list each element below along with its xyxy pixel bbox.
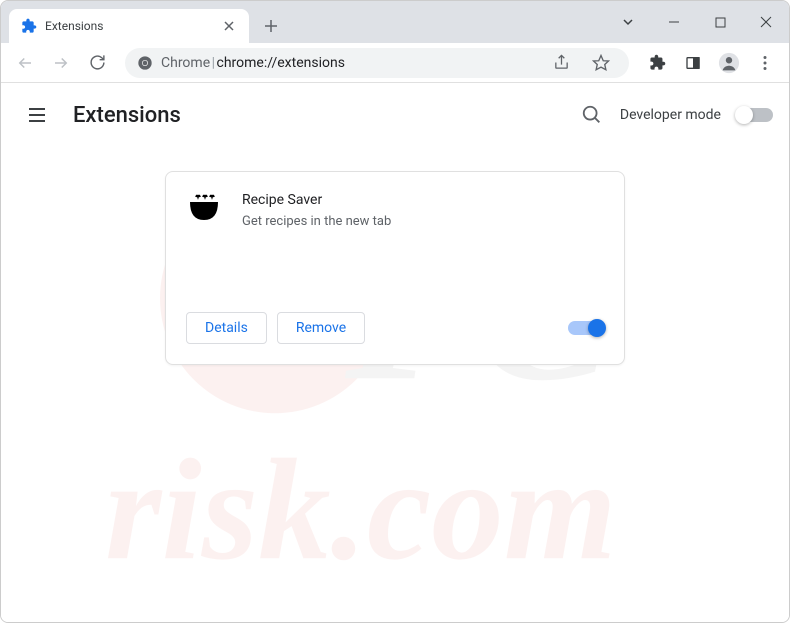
tab-title: Extensions bbox=[45, 19, 213, 33]
extension-enable-toggle[interactable] bbox=[568, 321, 604, 335]
close-window-button[interactable] bbox=[743, 6, 789, 38]
details-button[interactable]: Details bbox=[186, 312, 267, 344]
extensions-header: Extensions Developer mode bbox=[1, 83, 789, 147]
page-content: risk.com PC Extensions Developer mode bbox=[1, 83, 789, 622]
close-icon[interactable] bbox=[221, 18, 237, 34]
hamburger-menu-icon[interactable] bbox=[17, 95, 57, 135]
back-button[interactable] bbox=[9, 47, 41, 79]
page-title: Extensions bbox=[73, 103, 181, 128]
extension-name: Recipe Saver bbox=[242, 192, 604, 208]
extensions-icon[interactable] bbox=[641, 47, 673, 79]
remove-button[interactable]: Remove bbox=[277, 312, 365, 344]
star-icon[interactable] bbox=[585, 47, 617, 79]
extension-description: Get recipes in the new tab bbox=[242, 214, 604, 229]
menu-icon[interactable] bbox=[749, 47, 781, 79]
forward-button[interactable] bbox=[45, 47, 77, 79]
toggle-knob bbox=[588, 319, 606, 337]
url-text: Chrome | chrome://extensions bbox=[161, 55, 537, 71]
toggle-knob bbox=[735, 106, 753, 124]
minimize-button[interactable] bbox=[651, 6, 697, 38]
browser-window: Extensions bbox=[0, 0, 790, 623]
bowl-icon bbox=[186, 192, 222, 228]
developer-mode-label: Developer mode bbox=[620, 107, 721, 123]
developer-mode-toggle[interactable] bbox=[737, 108, 773, 122]
profile-icon[interactable] bbox=[713, 47, 745, 79]
extension-card: Recipe Saver Get recipes in the new tab … bbox=[165, 171, 625, 365]
extensions-list: Recipe Saver Get recipes in the new tab … bbox=[1, 147, 789, 389]
puzzle-piece-icon bbox=[21, 18, 37, 34]
search-icon[interactable] bbox=[580, 103, 604, 127]
maximize-button[interactable] bbox=[697, 6, 743, 38]
side-panel-icon[interactable] bbox=[677, 47, 709, 79]
address-bar[interactable]: Chrome | chrome://extensions bbox=[125, 48, 629, 78]
share-icon[interactable] bbox=[545, 47, 577, 79]
svg-text:risk.com: risk.com bbox=[105, 430, 617, 588]
new-tab-button[interactable] bbox=[257, 12, 285, 40]
titlebar: Extensions bbox=[1, 1, 789, 43]
chrome-icon bbox=[137, 55, 153, 71]
window-controls bbox=[605, 1, 789, 43]
chevron-down-icon[interactable] bbox=[605, 6, 651, 38]
toolbar: Chrome | chrome://extensions bbox=[1, 43, 789, 83]
reload-button[interactable] bbox=[81, 47, 113, 79]
browser-tab[interactable]: Extensions bbox=[9, 9, 249, 43]
header-right: Developer mode bbox=[580, 103, 773, 127]
